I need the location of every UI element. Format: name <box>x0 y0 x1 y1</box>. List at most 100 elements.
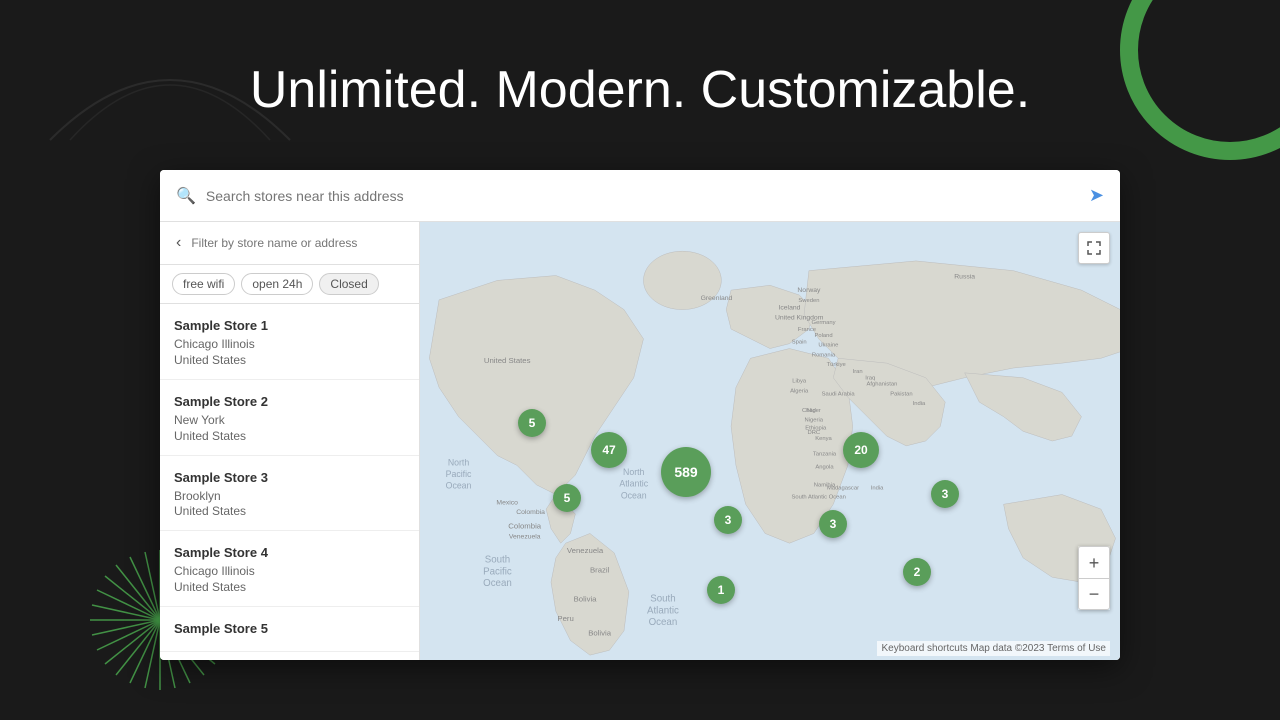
svg-text:Colombia: Colombia <box>516 509 545 516</box>
svg-text:Libya: Libya <box>792 379 807 385</box>
svg-text:North: North <box>623 467 645 477</box>
map-pin-589[interactable]: 589 <box>661 447 711 497</box>
svg-text:Angola: Angola <box>815 464 834 470</box>
svg-text:Ocean: Ocean <box>483 578 512 589</box>
store-locator-widget: 🔍 ➤ ‹ free wifi open 24h Closed Sample S… <box>160 170 1120 660</box>
svg-text:Ethiopia: Ethiopia <box>805 425 827 431</box>
back-button[interactable]: ‹ <box>172 232 185 254</box>
gps-icon[interactable]: ➤ <box>1089 185 1104 206</box>
map-area[interactable]: South Pacific Ocean South Atlantic Ocean… <box>420 222 1120 660</box>
svg-text:Tanzania: Tanzania <box>813 452 837 458</box>
svg-text:Colombia: Colombia <box>508 522 541 531</box>
svg-text:Madagascar: Madagascar <box>827 486 859 492</box>
svg-text:South: South <box>650 594 675 605</box>
svg-text:Bolivia: Bolivia <box>588 629 612 638</box>
store-country-2: United States <box>174 429 405 443</box>
store-item-4[interactable]: Sample Store 4 Chicago Illinois United S… <box>160 531 419 607</box>
svg-text:Brazil: Brazil <box>590 565 610 574</box>
map-attribution: Keyboard shortcuts Map data ©2023 Terms … <box>877 641 1110 656</box>
map-pin-5-northwest[interactable]: 5 <box>518 409 546 437</box>
svg-text:United States: United States <box>484 356 531 365</box>
svg-text:Mexico: Mexico <box>496 499 518 506</box>
zoom-out-button[interactable]: − <box>1078 578 1110 610</box>
map-pin-3-asia[interactable]: 3 <box>931 480 959 508</box>
svg-text:Chad: Chad <box>802 408 816 414</box>
svg-text:Pakistan: Pakistan <box>890 391 912 397</box>
zoom-in-button[interactable]: + <box>1078 546 1110 578</box>
svg-text:Türkiye: Türkiye <box>827 362 846 368</box>
tag-open-24h[interactable]: open 24h <box>241 273 313 295</box>
svg-text:South Atlantic Ocean: South Atlantic Ocean <box>791 494 845 500</box>
store-name-5: Sample Store 5 <box>174 621 405 636</box>
svg-text:North: North <box>448 457 470 467</box>
svg-text:Pacific: Pacific <box>483 566 512 577</box>
search-input[interactable] <box>206 188 1089 204</box>
store-name-4: Sample Store 4 <box>174 545 405 560</box>
zoom-controls: + − <box>1078 546 1110 610</box>
svg-text:Algeria: Algeria <box>790 388 809 394</box>
page-title: Unlimited. Modern. Customizable. <box>0 60 1280 120</box>
map-pin-2-south-africa[interactable]: 2 <box>903 558 931 586</box>
map-svg: South Pacific Ocean South Atlantic Ocean… <box>420 222 1120 660</box>
tag-closed[interactable]: Closed <box>319 273 378 295</box>
svg-text:Ukraine: Ukraine <box>818 343 838 349</box>
svg-text:Ocean: Ocean <box>649 617 678 628</box>
map-pin-47[interactable]: 47 <box>591 432 627 468</box>
store-name-2: Sample Store 2 <box>174 394 405 409</box>
svg-text:Afghanistan: Afghanistan <box>867 382 898 388</box>
svg-text:South: South <box>485 555 510 566</box>
map-pin-3-central[interactable]: 3 <box>714 506 742 534</box>
svg-text:Germany: Germany <box>812 320 836 326</box>
svg-text:Greenland: Greenland <box>701 295 733 302</box>
left-panel: ‹ free wifi open 24h Closed Sample Store… <box>160 222 420 660</box>
svg-text:Russia: Russia <box>954 273 975 280</box>
store-country-3: United States <box>174 504 405 518</box>
map-pin-5-south[interactable]: 5 <box>553 484 581 512</box>
search-bar: 🔍 ➤ <box>160 170 1120 222</box>
svg-text:Sweden: Sweden <box>798 298 819 304</box>
svg-text:Atlantic: Atlantic <box>647 605 679 616</box>
map-pin-3-africa[interactable]: 3 <box>819 510 847 538</box>
search-icon: 🔍 <box>176 186 196 206</box>
tag-free-wifi[interactable]: free wifi <box>172 273 235 295</box>
svg-text:Poland: Poland <box>814 333 832 339</box>
filter-input[interactable] <box>191 236 407 250</box>
svg-text:Peru: Peru <box>557 614 573 623</box>
store-city-2: New York <box>174 412 405 429</box>
svg-text:France: France <box>798 327 816 333</box>
svg-text:Nigeria: Nigeria <box>805 418 824 424</box>
map-pin-20-europe[interactable]: 20 <box>843 432 879 468</box>
store-item-1[interactable]: Sample Store 1 Chicago Illinois United S… <box>160 304 419 380</box>
svg-text:Pacific: Pacific <box>446 469 472 479</box>
store-name-3: Sample Store 3 <box>174 470 405 485</box>
svg-text:Iran: Iran <box>853 369 863 375</box>
store-item-2[interactable]: Sample Store 2 New York United States <box>160 380 419 456</box>
svg-text:Atlantic: Atlantic <box>619 479 648 489</box>
store-city-1: Chicago Illinois <box>174 336 405 353</box>
store-item-3[interactable]: Sample Store 3 Brooklyn United States <box>160 456 419 532</box>
svg-text:Venezuela: Venezuela <box>509 533 541 540</box>
store-city-3: Brooklyn <box>174 488 405 505</box>
svg-text:Romania: Romania <box>812 352 836 358</box>
store-name-1: Sample Store 1 <box>174 318 405 333</box>
store-country-4: United States <box>174 580 405 594</box>
map-pin-1-south[interactable]: 1 <box>707 576 735 604</box>
svg-text:Venezuela: Venezuela <box>567 546 604 555</box>
svg-text:Norway: Norway <box>797 287 821 294</box>
tags-row: free wifi open 24h Closed <box>160 265 419 304</box>
svg-text:India: India <box>913 401 926 407</box>
svg-text:Bolivia: Bolivia <box>574 595 598 604</box>
store-city-4: Chicago Illinois <box>174 563 405 580</box>
svg-text:Ocean: Ocean <box>621 490 647 500</box>
svg-text:Saudi Arabia: Saudi Arabia <box>822 391 856 397</box>
svg-text:India: India <box>871 486 884 492</box>
svg-text:Spain: Spain <box>792 340 807 346</box>
filter-area: ‹ <box>160 222 419 265</box>
svg-text:Kenya: Kenya <box>815 436 832 442</box>
fullscreen-button[interactable] <box>1078 232 1110 264</box>
svg-text:Iceland: Iceland <box>779 305 801 312</box>
store-country-1: United States <box>174 353 405 367</box>
store-list: Sample Store 1 Chicago Illinois United S… <box>160 304 419 660</box>
svg-text:Ocean: Ocean <box>446 481 472 491</box>
store-item-5[interactable]: Sample Store 5 <box>160 607 419 652</box>
